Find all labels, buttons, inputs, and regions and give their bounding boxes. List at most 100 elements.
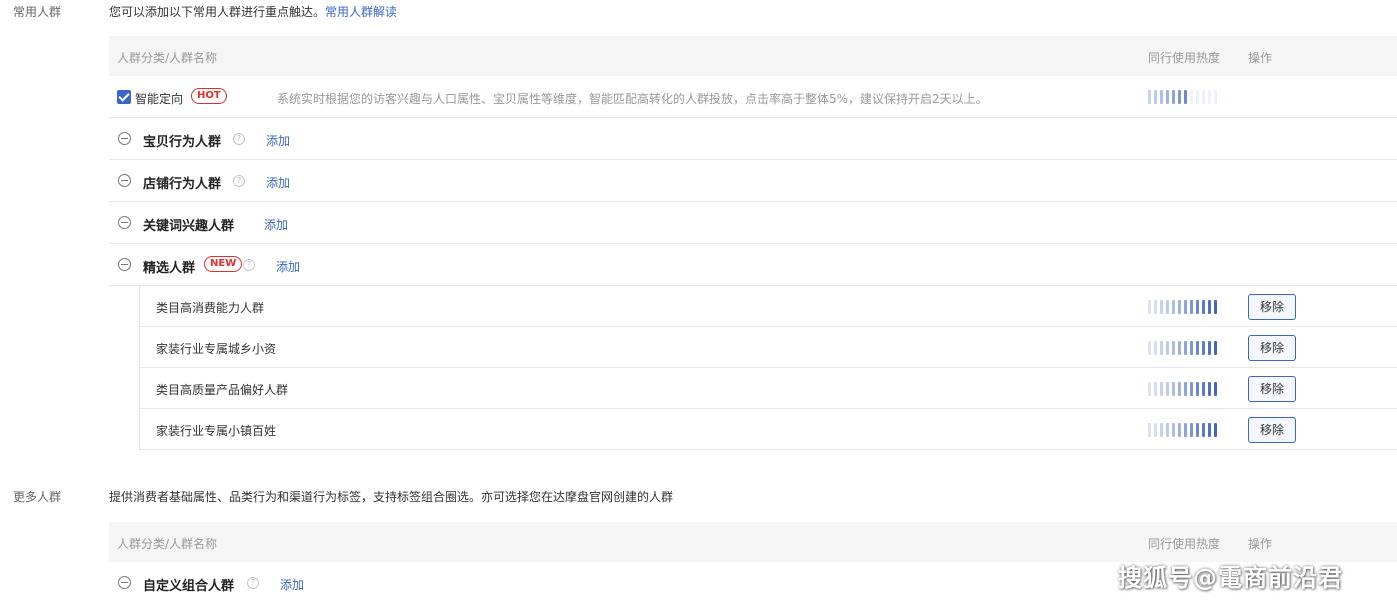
- collapse-icon[interactable]: [118, 132, 131, 145]
- common-section-label: 常用人群: [13, 3, 61, 20]
- header-heat: 同行使用热度: [1148, 49, 1220, 66]
- collapse-icon[interactable]: [118, 258, 131, 271]
- item-name: 家装行业专属小镇百姓: [156, 422, 276, 439]
- heat-bar: [1148, 423, 1151, 437]
- heat-bar: [1196, 341, 1199, 355]
- header-heat: 同行使用热度: [1148, 535, 1220, 552]
- heat-bar: [1166, 382, 1169, 396]
- heat-bar: [1166, 423, 1169, 437]
- heat-bar: [1166, 341, 1169, 355]
- remove-button[interactable]: 移除: [1248, 335, 1296, 361]
- add-button[interactable]: 添加: [264, 216, 288, 233]
- heat-bar: [1148, 382, 1151, 396]
- heat-bar: [1160, 300, 1163, 314]
- heat-bar: [1202, 382, 1205, 396]
- heat-bar: [1148, 90, 1151, 104]
- heat-bar: [1166, 300, 1169, 314]
- heat-meter: [1148, 341, 1217, 355]
- heat-bar: [1148, 341, 1151, 355]
- help-icon[interactable]: ?: [233, 133, 245, 145]
- common-guide-link[interactable]: 常用人群解读: [325, 5, 397, 19]
- more-section-desc: 提供消费者基础属性、品类行为和渠道行为标签，支持标签组合圈选。亦可选择您在达摩盘…: [109, 488, 673, 505]
- heat-bar: [1184, 382, 1187, 396]
- collapse-icon[interactable]: [118, 174, 131, 187]
- common-table: 人群分类/人群名称 同行使用热度 操作 智能定向 HOT 系统实时根据您的访客兴…: [109, 36, 1397, 450]
- heat-bar: [1208, 300, 1211, 314]
- heat-bar: [1160, 90, 1163, 104]
- selected-items-list: 类目高消费能力人群 移除 家装行业专属城乡小资 移除 类目高质量产品偏好人群 移…: [109, 286, 1397, 450]
- heat-bar: [1190, 300, 1193, 314]
- heat-bar: [1208, 423, 1211, 437]
- heat-bar: [1172, 423, 1175, 437]
- group-title: 精选人群: [143, 257, 195, 276]
- heat-bar: [1172, 341, 1175, 355]
- heat-bar: [1154, 423, 1157, 437]
- remove-button[interactable]: 移除: [1248, 376, 1296, 402]
- common-section-desc: 您可以添加以下常用人群进行重点触达。常用人群解读: [109, 3, 397, 20]
- heat-bar: [1208, 90, 1211, 104]
- heat-bar: [1184, 423, 1187, 437]
- smart-target-row: 智能定向 HOT 系统实时根据您的访客兴趣与人口属性、宝贝属性等维度，智能匹配高…: [109, 76, 1397, 118]
- heat-bar: [1202, 90, 1205, 104]
- help-icon[interactable]: ?: [243, 259, 255, 271]
- add-button[interactable]: 添加: [276, 258, 300, 275]
- add-button[interactable]: 添加: [280, 576, 304, 593]
- list-item: 家装行业专属城乡小资 移除: [140, 327, 1397, 368]
- common-desc-text: 您可以添加以下常用人群进行重点触达。: [109, 5, 325, 19]
- smart-target-checkbox[interactable]: [117, 90, 131, 104]
- remove-button[interactable]: 移除: [1248, 417, 1296, 443]
- add-button[interactable]: 添加: [266, 132, 290, 149]
- new-badge: NEW: [204, 256, 242, 272]
- heat-bar: [1184, 341, 1187, 355]
- heat-bar: [1196, 300, 1199, 314]
- heat-bar: [1214, 300, 1217, 314]
- heat-bar: [1148, 300, 1151, 314]
- heat-bar: [1184, 300, 1187, 314]
- hot-badge: HOT: [191, 88, 227, 104]
- heat-bar: [1172, 300, 1175, 314]
- heat-bar: [1184, 90, 1187, 104]
- remove-button[interactable]: 移除: [1248, 294, 1296, 320]
- header-name: 人群分类/人群名称: [117, 535, 217, 552]
- header-op: 操作: [1248, 535, 1272, 552]
- heat-bar: [1196, 90, 1199, 104]
- heat-bar: [1214, 90, 1217, 104]
- smart-target-label: 智能定向: [135, 90, 183, 107]
- group-title: 宝贝行为人群: [143, 131, 221, 150]
- group-row-shop-behavior: 店铺行为人群 ? 添加: [109, 160, 1397, 202]
- help-icon[interactable]: ?: [247, 577, 259, 589]
- heat-meter: [1148, 423, 1217, 437]
- heat-bar: [1208, 382, 1211, 396]
- heat-bar: [1172, 382, 1175, 396]
- heat-meter: [1148, 382, 1217, 396]
- heat-bar: [1172, 90, 1175, 104]
- heat-bar: [1190, 382, 1193, 396]
- heat-bar: [1214, 341, 1217, 355]
- watermark: 搜狐号@電商前沿君: [1118, 558, 1343, 593]
- heat-bar: [1190, 90, 1193, 104]
- group-title: 自定义组合人群: [143, 575, 234, 594]
- heat-bar: [1214, 382, 1217, 396]
- heat-bar: [1214, 423, 1217, 437]
- collapse-icon[interactable]: [118, 576, 131, 589]
- common-table-header: 人群分类/人群名称 同行使用热度 操作: [109, 36, 1397, 76]
- add-button[interactable]: 添加: [266, 174, 290, 191]
- heat-bar: [1208, 341, 1211, 355]
- heat-bar: [1178, 90, 1181, 104]
- heat-meter: [1148, 300, 1217, 314]
- heat-bar: [1196, 423, 1199, 437]
- item-name: 家装行业专属城乡小资: [156, 340, 276, 357]
- header-name: 人群分类/人群名称: [117, 49, 217, 66]
- heat-bar: [1202, 423, 1205, 437]
- heat-bar: [1196, 382, 1199, 396]
- heat-bar: [1160, 341, 1163, 355]
- heat-bar: [1178, 382, 1181, 396]
- smart-target-desc: 系统实时根据您的访客兴趣与人口属性、宝贝属性等维度，智能匹配高转化的人群投放，点…: [277, 90, 988, 107]
- heat-bar: [1154, 300, 1157, 314]
- group-row-item-behavior: 宝贝行为人群 ? 添加: [109, 118, 1397, 160]
- group-row-keyword-interest: 关键词兴趣人群 添加: [109, 202, 1397, 244]
- collapse-icon[interactable]: [118, 216, 131, 229]
- help-icon[interactable]: ?: [233, 175, 245, 187]
- heat-bar: [1166, 90, 1169, 104]
- list-item: 类目高消费能力人群 移除: [140, 286, 1397, 327]
